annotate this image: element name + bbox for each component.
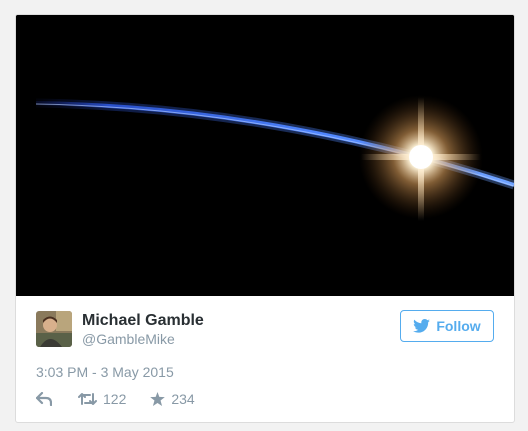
author-name[interactable]: Michael Gamble <box>82 312 204 330</box>
retweet-button[interactable]: 122 <box>78 391 126 407</box>
favorite-count: 234 <box>171 391 195 407</box>
earth-sunrise-image <box>16 15 514 296</box>
twitter-bird-icon <box>413 319 431 333</box>
retweet-count: 122 <box>103 391 127 407</box>
tweet-timestamp[interactable]: 3:03 PM - 3 May 2015 <box>36 364 174 380</box>
reply-button[interactable] <box>36 392 52 406</box>
follow-button[interactable]: Follow <box>400 310 494 342</box>
author-handle[interactable]: @GambleMike <box>82 331 175 347</box>
tweet-actions: 122 234 <box>36 390 195 408</box>
follow-label: Follow <box>436 318 481 334</box>
reply-icon <box>36 392 52 406</box>
tweet-photo[interactable] <box>16 15 514 296</box>
favorite-button[interactable]: 234 <box>150 391 195 407</box>
star-icon <box>150 392 166 406</box>
tweet-card: Michael Gamble @GambleMike Follow 3:03 P… <box>15 14 515 423</box>
avatar[interactable] <box>36 311 72 347</box>
retweet-icon <box>78 393 97 405</box>
